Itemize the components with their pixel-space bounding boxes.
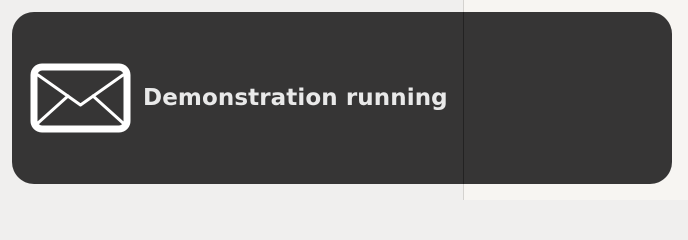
notification-message: Demonstration running [143,85,448,111]
mail-envelope-icon [30,63,131,133]
notification-banner[interactable]: Demonstration running [12,12,672,184]
